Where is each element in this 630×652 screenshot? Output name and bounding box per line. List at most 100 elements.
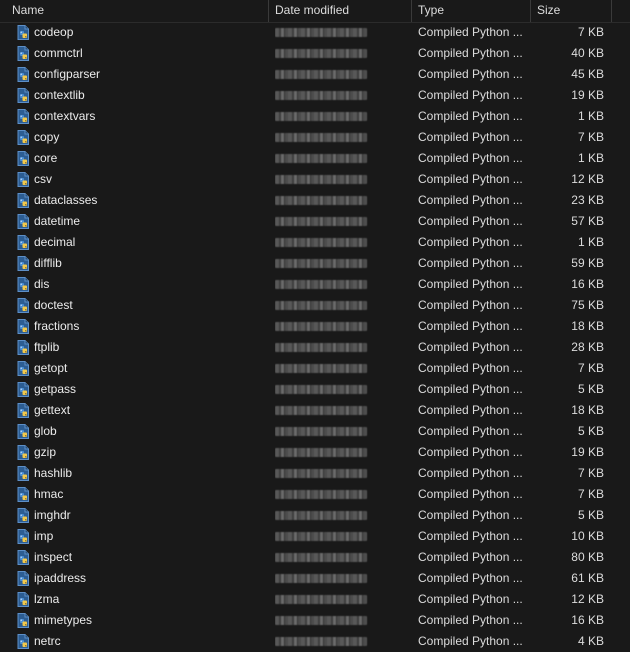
file-name: contextlib	[34, 88, 85, 102]
file-row[interactable]: mimetypes Compiled Python ... 16 KB	[0, 610, 630, 631]
redacted-blur	[275, 637, 367, 646]
date-modified-redacted	[275, 106, 370, 127]
redacted-blur	[275, 553, 367, 562]
column-header-date-modified[interactable]: Date modified	[269, 0, 411, 22]
python-compiled-file-icon	[16, 130, 30, 145]
file-size: 7 KB	[577, 466, 604, 480]
redacted-blur	[275, 217, 367, 226]
file-row[interactable]: gettext Compiled Python ... 18 KB	[0, 400, 630, 421]
file-row[interactable]: ipaddress Compiled Python ... 61 KB	[0, 568, 630, 589]
file-row[interactable]: ftplib Compiled Python ... 28 KB	[0, 337, 630, 358]
date-modified-redacted	[275, 505, 370, 526]
file-type: Compiled Python ...	[418, 214, 523, 228]
file-name: dis	[34, 277, 50, 291]
column-header-name[interactable]: Name	[6, 0, 268, 22]
redacted-blur	[275, 301, 367, 310]
python-compiled-file-icon	[16, 424, 30, 439]
file-size: 75 KB	[571, 298, 604, 312]
file-row[interactable]: doctest Compiled Python ... 75 KB	[0, 295, 630, 316]
date-modified-redacted	[275, 442, 370, 463]
file-type: Compiled Python ...	[418, 109, 523, 123]
file-row[interactable]: codeop Compiled Python ... 7 KB	[0, 22, 630, 43]
file-size: 19 KB	[571, 445, 604, 459]
file-name: lzma	[34, 592, 60, 606]
file-row[interactable]: getopt Compiled Python ... 7 KB	[0, 358, 630, 379]
python-compiled-file-icon	[16, 340, 30, 355]
file-name: ipaddress	[34, 571, 87, 585]
file-name: datetime	[34, 214, 81, 228]
column-divider[interactable]	[611, 0, 612, 22]
python-compiled-file-icon	[16, 571, 30, 586]
file-type: Compiled Python ...	[418, 172, 523, 186]
file-row[interactable]: contextlib Compiled Python ... 19 KB	[0, 85, 630, 106]
redacted-blur	[275, 511, 367, 520]
python-compiled-file-icon	[16, 298, 30, 313]
date-modified-redacted	[275, 274, 370, 295]
file-row[interactable]: fractions Compiled Python ... 18 KB	[0, 316, 630, 337]
redacted-blur	[275, 595, 367, 604]
file-row[interactable]: imghdr Compiled Python ... 5 KB	[0, 505, 630, 526]
python-compiled-file-icon	[16, 109, 30, 124]
file-size: 57 KB	[571, 214, 604, 228]
redacted-blur	[275, 196, 367, 205]
python-compiled-file-icon	[16, 214, 30, 229]
file-name: codeop	[34, 25, 74, 39]
file-row[interactable]: csv Compiled Python ... 12 KB	[0, 169, 630, 190]
redacted-blur	[275, 427, 367, 436]
file-rows: codeop Compiled Python ... 7 KB commctrl Com…	[0, 22, 630, 652]
python-compiled-file-icon	[16, 403, 30, 418]
redacted-blur	[275, 49, 367, 58]
file-type: Compiled Python ...	[418, 88, 523, 102]
file-row[interactable]: contextvars Compiled Python ... 1 KB	[0, 106, 630, 127]
file-row[interactable]: getpass Compiled Python ... 5 KB	[0, 379, 630, 400]
redacted-blur	[275, 259, 367, 268]
redacted-blur	[275, 469, 367, 478]
file-type: Compiled Python ...	[418, 151, 523, 165]
file-row[interactable]: datetime Compiled Python ... 57 KB	[0, 211, 630, 232]
file-row[interactable]: gzip Compiled Python ... 19 KB	[0, 442, 630, 463]
file-size: 1 KB	[577, 235, 604, 249]
file-row[interactable]: dis Compiled Python ... 16 KB	[0, 274, 630, 295]
python-compiled-file-icon	[16, 151, 30, 166]
column-header-size[interactable]: Size	[531, 0, 611, 22]
file-size: 7 KB	[577, 130, 604, 144]
file-row[interactable]: decimal Compiled Python ... 1 KB	[0, 232, 630, 253]
python-compiled-file-icon	[16, 172, 30, 187]
python-compiled-file-icon	[16, 319, 30, 334]
file-row[interactable]: imp Compiled Python ... 10 KB	[0, 526, 630, 547]
file-row[interactable]: netrc Compiled Python ... 4 KB	[0, 631, 630, 652]
file-name: imghdr	[34, 508, 71, 522]
file-row[interactable]: difflib Compiled Python ... 59 KB	[0, 253, 630, 274]
python-compiled-file-icon	[16, 25, 30, 40]
redacted-blur	[275, 154, 367, 163]
file-name: ftplib	[34, 340, 60, 354]
file-row[interactable]: hmac Compiled Python ... 7 KB	[0, 484, 630, 505]
file-row[interactable]: copy Compiled Python ... 7 KB	[0, 127, 630, 148]
file-name: commctrl	[34, 46, 83, 60]
python-compiled-file-icon	[16, 592, 30, 607]
file-row[interactable]: configparser Compiled Python ... 45 KB	[0, 64, 630, 85]
file-name: doctest	[34, 298, 73, 312]
column-header-type[interactable]: Type	[412, 0, 530, 22]
file-row[interactable]: inspect Compiled Python ... 80 KB	[0, 547, 630, 568]
file-size: 10 KB	[571, 529, 604, 543]
python-compiled-file-icon	[16, 361, 30, 376]
file-name: getopt	[34, 361, 68, 375]
redacted-blur	[275, 112, 367, 121]
file-name: fractions	[34, 319, 80, 333]
file-type: Compiled Python ...	[418, 445, 523, 459]
redacted-blur	[275, 91, 367, 100]
file-type: Compiled Python ...	[418, 67, 523, 81]
file-name: inspect	[34, 550, 73, 564]
file-row[interactable]: commctrl Compiled Python ... 40 KB	[0, 43, 630, 64]
file-row[interactable]: dataclasses Compiled Python ... 23 KB	[0, 190, 630, 211]
file-row[interactable]: glob Compiled Python ... 5 KB	[0, 421, 630, 442]
file-type: Compiled Python ...	[418, 634, 523, 648]
file-row[interactable]: lzma Compiled Python ... 12 KB	[0, 589, 630, 610]
file-size: 80 KB	[571, 550, 604, 564]
file-row[interactable]: core Compiled Python ... 1 KB	[0, 148, 630, 169]
file-type: Compiled Python ...	[418, 487, 523, 501]
file-row[interactable]: hashlib Compiled Python ... 7 KB	[0, 463, 630, 484]
file-type: Compiled Python ...	[418, 382, 523, 396]
date-modified-redacted	[275, 85, 370, 106]
